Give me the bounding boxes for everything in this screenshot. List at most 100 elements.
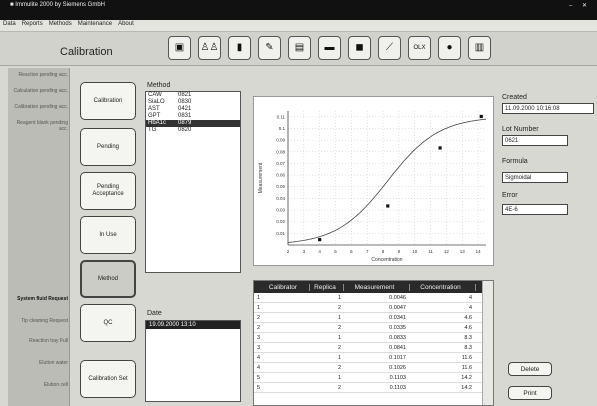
method-row[interactable]: GPT 0831: [146, 113, 240, 120]
pending-acceptance-button[interactable]: Pending Acceptance: [80, 172, 136, 210]
col-replica[interactable]: Replica: [310, 283, 344, 291]
qc-icon: ●: [446, 42, 453, 53]
col-concentration[interactable]: Concentration: [410, 283, 476, 291]
method-row-selected[interactable]: HbA1c 0879: [146, 120, 240, 127]
method-row[interactable]: CAW 0821: [146, 92, 240, 99]
table-row[interactable]: 2 2 0.0335 4.6: [254, 323, 493, 333]
book-icon: ▤: [294, 42, 305, 53]
x-tick-label: 13: [460, 249, 466, 254]
x-tick-label: 7: [366, 249, 369, 254]
table-row[interactable]: 5 2 0.1103 14.2: [254, 383, 493, 393]
col-calibrator[interactable]: Calibrator: [254, 283, 310, 291]
formula-field: Sigmoidal: [502, 172, 568, 183]
table-cell: 0.0046: [389, 294, 406, 301]
status-sidebar: Reaction pending acc. Calculation pendin…: [8, 68, 70, 406]
menu-methods[interactable]: Methods: [46, 20, 75, 27]
x-tick-label: 14: [476, 249, 482, 254]
edit-button[interactable]: ✎: [258, 36, 281, 60]
method-list[interactable]: CAW 0821 SiaLO 0830 AST 0421 GPT 0831 HbA1c 0…: [145, 91, 241, 273]
menu-bar: Data Reports Methods Maintenance About: [0, 20, 597, 32]
menu-data[interactable]: Data: [0, 20, 19, 27]
table-row[interactable]: 2 1 0.0341 4.6: [254, 313, 493, 323]
table-row[interactable]: 5 1 0.1103 14.2: [254, 373, 493, 383]
data-point: [386, 204, 390, 208]
calibration-chart: 2 3 4 5 6 7 8 9 10 11 12 13 14 0.11 0.1 0.09 0.08 0.07 0.0…: [253, 96, 494, 266]
menu-maintenance[interactable]: Maintenance: [75, 20, 115, 27]
table-cell: 4: [257, 364, 261, 371]
table-row[interactable]: 4 2 0.1026 11.6: [254, 363, 493, 373]
table-cell: 3: [257, 344, 261, 351]
x-tick-label: 11: [428, 249, 433, 254]
qc-button[interactable]: ●: [438, 36, 461, 60]
users-button[interactable]: ♙♙: [198, 36, 221, 60]
table-cell: 5: [257, 374, 261, 381]
date-row-selected[interactable]: 19.09.2000 13:10: [146, 321, 240, 329]
table-cell: 8.3: [464, 334, 472, 341]
lot-number-field: 0621: [502, 135, 568, 146]
y-tick-label: 0.02: [276, 219, 285, 224]
title-bar: ■ Immulite 2000 by Siemens GmbH – ✕: [0, 0, 597, 20]
graph-icon: ⟋: [386, 42, 393, 53]
menu-reports[interactable]: Reports: [19, 20, 46, 27]
y-tick-label: 0.01: [276, 231, 285, 236]
method-row[interactable]: SiaLO 0830: [146, 99, 240, 106]
pending-button[interactable]: Pending: [80, 128, 136, 166]
analyzer-icon: ▣: [174, 42, 185, 53]
y-tick-label: 0.05: [276, 184, 285, 189]
in-use-button[interactable]: In Use: [80, 216, 136, 254]
table-cell: 0.1026: [389, 364, 406, 371]
table-cell: 1: [337, 294, 341, 301]
method-row[interactable]: TG 0820: [146, 127, 240, 134]
chart-svg: 2 3 4 5 6 7 8 9 10 11 12 13 14 0.11 0.1 0.09 0.08 0.07 0.0…: [258, 111, 487, 263]
col-measurement[interactable]: Measurement: [344, 283, 410, 291]
y-tick-label: 0.11: [277, 114, 286, 119]
book-button[interactable]: ▤: [288, 36, 311, 60]
tape-button[interactable]: ◼: [348, 36, 371, 60]
table-row[interactable]: 1 2 0.0047 4: [254, 303, 493, 313]
qc-section-button[interactable]: QC: [80, 304, 136, 342]
error-field: 4E-6: [502, 204, 568, 215]
calibration-button[interactable]: Calibration: [80, 82, 136, 120]
date-label: Date: [147, 310, 162, 317]
table-cell: 2: [257, 324, 261, 331]
olx-icon: OLX: [413, 45, 426, 51]
edit-icon: ✎: [265, 42, 274, 53]
status-calculation-pending: Calculation pending acc.: [13, 88, 68, 94]
formula-label: Formula: [502, 158, 528, 165]
reagent-button[interactable]: ▮: [228, 36, 251, 60]
table-body: 1 1 0.0046 4 1 2 0.0047 4 2 1 0.0341 4.6 2 2 0.0335 4.6…: [254, 293, 493, 393]
table-cell: 0.1103: [389, 374, 406, 381]
y-tick-label: 0.08: [276, 149, 285, 154]
table-row[interactable]: 3 2 0.0841 8.3: [254, 343, 493, 353]
table-cell: 1: [337, 354, 341, 361]
lot-number-label: Lot Number: [502, 126, 539, 133]
reagent-icon: ▮: [236, 42, 243, 53]
date-list[interactable]: 19.09.2000 13:10: [145, 320, 241, 402]
calibration-set-button[interactable]: Calibration Set: [80, 360, 136, 398]
table-row[interactable]: 1 1 0.0046 4: [254, 293, 493, 303]
table-cell: 11.6: [461, 364, 472, 371]
status-system-fluid: System fluid Request: [17, 296, 68, 302]
table-cell: 0.0833: [389, 334, 406, 341]
table-row[interactable]: 3 1 0.0833 8.3: [254, 333, 493, 343]
method-button[interactable]: Method: [80, 260, 136, 298]
print-button[interactable]: Print: [508, 386, 552, 400]
table-row[interactable]: 4 1 0.1017 11.6: [254, 353, 493, 363]
table-cell: 14.2: [461, 374, 472, 381]
x-tick-label: 10: [412, 249, 418, 254]
clipboard-button[interactable]: ▥: [468, 36, 491, 60]
olx-button[interactable]: OLX: [408, 36, 431, 60]
table-cell: 4: [468, 304, 472, 311]
table-scrollbar[interactable]: [482, 281, 493, 405]
window-controls[interactable]: – ✕: [569, 2, 591, 9]
y-tick-label: 0.1: [279, 126, 286, 131]
graph-button[interactable]: ⟋: [378, 36, 401, 60]
reader-button[interactable]: ▬: [318, 36, 341, 60]
x-tick-label: 4: [318, 249, 321, 254]
analyzer-button[interactable]: ▣: [168, 36, 191, 60]
x-tick-label: 9: [398, 249, 401, 254]
delete-button[interactable]: Delete: [508, 362, 552, 376]
method-row[interactable]: AST 0421: [146, 106, 240, 113]
menu-about[interactable]: About: [115, 20, 137, 27]
table-header: Calibrator Replica Measurement Concentra…: [254, 281, 493, 293]
